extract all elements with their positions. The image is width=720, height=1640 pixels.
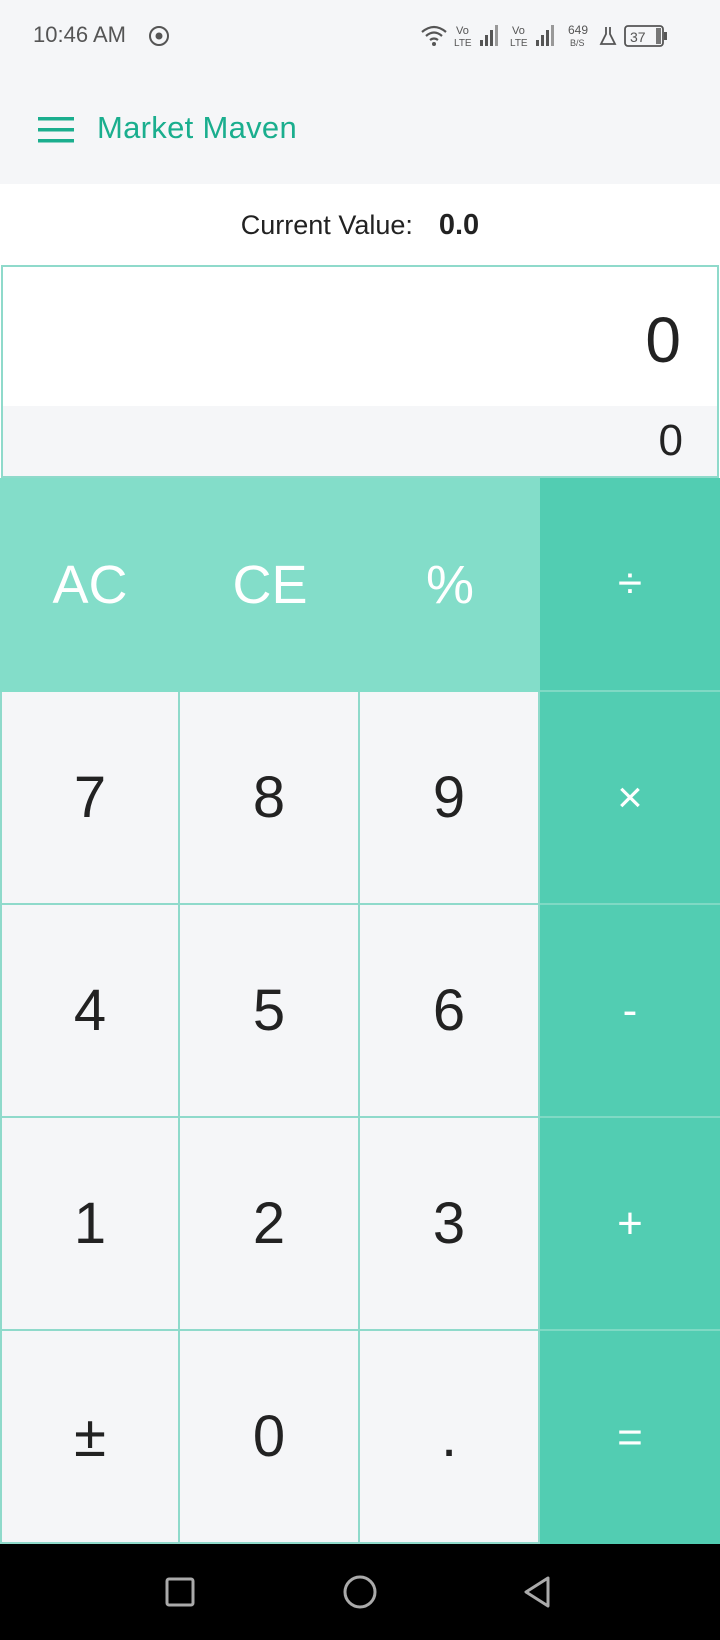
volte-2-icon: Vo LTE — [510, 25, 528, 49]
volte-2b-label: LTE — [510, 38, 528, 49]
app-bar: Market Maven — [0, 72, 720, 184]
digit-0-button[interactable]: 0 — [180, 1331, 360, 1544]
digit-9-button[interactable]: 9 — [360, 692, 540, 905]
recents-square-icon[interactable] — [160, 1572, 200, 1612]
display-secondary-area: 0 — [3, 406, 717, 476]
digit-2-button[interactable]: 2 — [180, 1118, 360, 1331]
clear-entry-button[interactable]: CE — [180, 478, 360, 692]
current-value-row: Current Value: 0.0 — [0, 184, 720, 266]
keypad: AC CE % ÷ 7 8 9 × 4 5 6 - 1 2 3 + ± 0 . … — [0, 478, 720, 1544]
display-main-value: 0 — [645, 304, 681, 376]
net-speed-value: 649 — [568, 23, 588, 37]
divide-button[interactable]: ÷ — [540, 478, 720, 692]
percent-button[interactable]: % — [360, 478, 540, 692]
current-value-label: Current Value: — [240, 209, 413, 240]
digit-5-button[interactable]: 5 — [180, 905, 360, 1118]
flask-icon — [599, 27, 617, 45]
signal-1-icon — [480, 25, 498, 46]
digit-1-button[interactable]: 1 — [0, 1118, 180, 1331]
subtract-button[interactable]: - — [540, 905, 720, 1118]
current-value-amount: 0.0 — [438, 208, 480, 241]
digit-8-button[interactable]: 8 — [180, 692, 360, 905]
digit-6-button[interactable]: 6 — [360, 905, 540, 1118]
calculator-display: 0 0 — [1, 265, 719, 478]
system-nav-bar — [0, 1544, 720, 1640]
sync-icon — [149, 26, 169, 46]
volte-1-label: Vo — [456, 25, 469, 37]
equals-button[interactable]: = — [540, 1331, 720, 1544]
battery-level: 37 — [630, 29, 646, 45]
display-secondary-value: 0 — [658, 416, 683, 465]
volte-1-icon: Vo LTE — [454, 25, 472, 49]
digit-7-button[interactable]: 7 — [0, 692, 180, 905]
volte-1b-label: LTE — [454, 38, 472, 49]
status-icons: Vo LTE Vo LTE 649 B/S 37 — [420, 22, 690, 52]
decimal-point-button[interactable]: . — [360, 1331, 540, 1544]
app-title: Market Maven — [97, 110, 297, 145]
volte-2-label: Vo — [512, 25, 525, 37]
home-circle-icon[interactable] — [340, 1572, 380, 1612]
hamburger-menu-icon[interactable] — [38, 116, 74, 144]
all-clear-button[interactable]: AC — [0, 478, 180, 692]
add-button[interactable]: + — [540, 1118, 720, 1331]
plus-minus-button[interactable]: ± — [0, 1331, 180, 1544]
status-time: 10:46 AM — [33, 22, 126, 47]
digit-4-button[interactable]: 4 — [0, 905, 180, 1118]
signal-2-icon — [536, 25, 554, 46]
wifi-icon — [421, 25, 447, 46]
net-speed-unit: B/S — [570, 38, 585, 48]
battery-icon: 37 — [624, 25, 667, 47]
digit-3-button[interactable]: 3 — [360, 1118, 540, 1331]
back-triangle-icon[interactable] — [518, 1572, 558, 1612]
multiply-button[interactable]: × — [540, 692, 720, 905]
status-bar: 10:46 AM Vo LTE Vo LTE 649 B/S 37 — [0, 0, 720, 72]
